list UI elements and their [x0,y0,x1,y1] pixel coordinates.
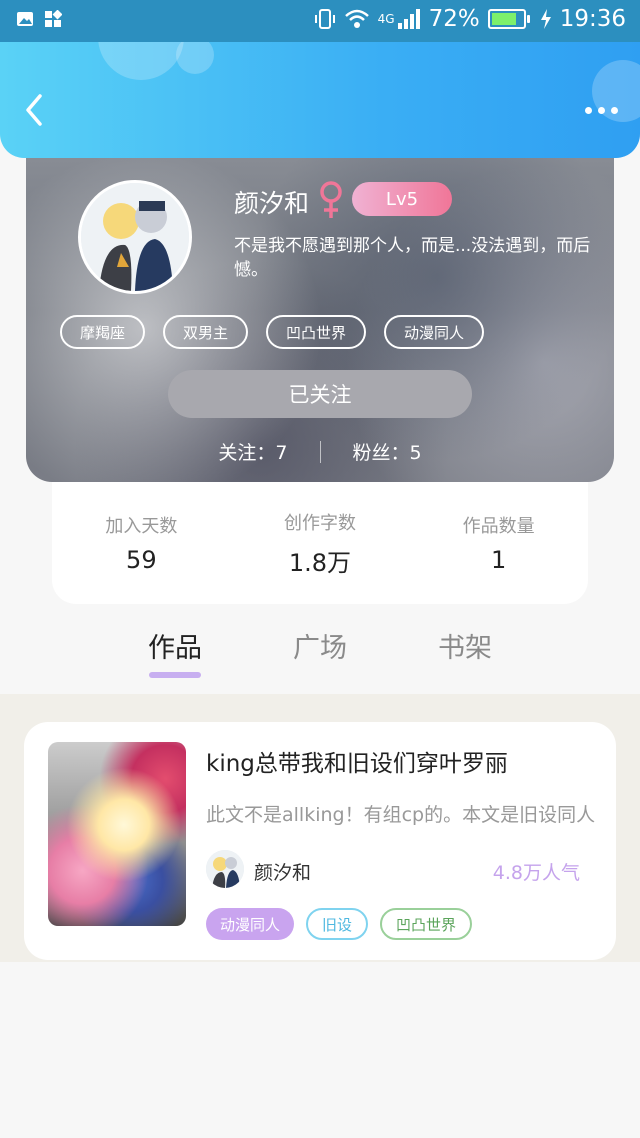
more-options-icon[interactable] [578,98,618,122]
clock: 19:36 [559,6,626,32]
stat-value: 59 [126,546,157,574]
following-count[interactable]: 关注：7 [218,438,287,465]
wifi-icon [344,9,369,28]
tab-square[interactable]: 广场 [293,626,347,665]
header-bar: 4G 72% 19:36 [0,0,640,158]
status-bar: 4G 72% 19:36 [0,0,640,42]
stat-label: 加入天数 [105,516,178,537]
profile-tags: 摩羯座 双男主 凹凸世界 动漫同人 [60,315,485,349]
work-tag[interactable]: 动漫同人 [206,908,295,940]
gallery-icon [17,12,33,26]
level-badge: Lv5 [352,182,452,216]
stat-label: 创作字数 [283,512,356,534]
fans-count[interactable]: 粉丝：5 [353,438,422,465]
vibrate-icon [314,9,335,29]
charging-icon [540,9,551,29]
work-tags: 动漫同人 旧设 凹凸世界 [206,908,473,940]
battery-icon [487,9,530,29]
author-avatar [206,850,244,888]
popularity-count: 4.8万人气 [492,862,580,884]
work-tag[interactable]: 凹凸世界 [380,908,473,940]
stats-panel: 加入天数 59 创作字数 1.8万 作品数量 1 [52,482,588,604]
bio-text: 不是我不愿遇到那个人，而是...没法遇到，而后 憾。 [234,236,591,280]
tab-indicator [149,672,201,678]
stat-value: 1.8万 [288,548,352,577]
stat-value: 1 [491,546,507,574]
tab-works[interactable]: 作品 [148,626,202,665]
stat-word-count: 创作字数 1.8万 [240,509,400,578]
battery-percent: 72% [428,6,480,32]
author-name: 颜汐和 [254,862,312,884]
avatar-illustration [81,183,189,291]
content-tabs: 作品 广场 书架 [0,620,640,694]
username: 颜汐和 [234,189,310,218]
profile-card: 颜汐和 Lv5 不是我不愿遇到那个人，而是...没法遇到，而后 憾。 摩羯座 双… [26,140,614,482]
stat-join-days: 加入天数 59 [61,512,221,574]
female-icon [320,181,342,218]
stat-label: 作品数量 [462,516,535,537]
signal-icon [397,9,420,29]
profile-tag[interactable]: 双男主 [163,315,249,349]
stat-works-count: 作品数量 1 [419,512,579,574]
network-type: 4G [377,12,395,26]
work-tag[interactable]: 旧设 [306,908,369,940]
profile-tag[interactable]: 动漫同人 [384,315,485,349]
work-description: 此文不是allking！有组cp的。本文是旧设同人 [206,804,596,826]
profile-tag[interactable]: 凹凸世界 [266,315,367,349]
work-cover-image[interactable] [48,742,186,926]
work-card[interactable]: king总带我和旧设们穿叶罗丽 此文不是allking！有组cp的。本文是旧设同… [24,722,616,960]
profile-tag[interactable]: 摩羯座 [60,315,146,349]
tab-bookshelf[interactable]: 书架 [438,626,492,665]
avatar[interactable] [78,180,192,294]
follow-button[interactable]: 已关注 [168,370,472,418]
back-icon[interactable] [18,90,58,130]
divider [319,440,321,463]
work-title[interactable]: king总带我和旧设们穿叶罗丽 [206,744,508,778]
follow-stats: 关注：7 粉丝：5 [26,438,614,465]
author-avatar-illustration [206,850,244,888]
apps-icon [45,10,62,27]
